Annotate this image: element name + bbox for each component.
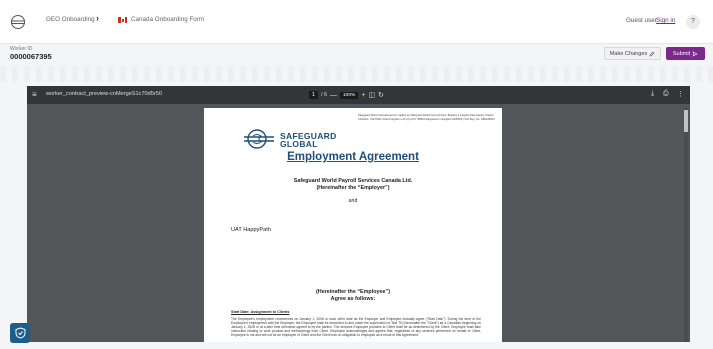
make-changes-label: Make Changes <box>609 50 648 57</box>
help-button[interactable]: ? <box>686 15 700 29</box>
submit-label: Submit <box>672 50 691 57</box>
breadcrumb-geo-onboarding[interactable]: GEO Onboarding <box>46 16 95 23</box>
make-changes-button[interactable]: Make Changes <box>604 47 661 60</box>
employer-designation: (Hereinafter the “Employer”) <box>316 185 390 191</box>
document-title: Employment Agreement <box>287 151 419 163</box>
safeguard-global-logo-icon <box>244 129 274 149</box>
print-icon[interactable]: ⎙ <box>663 90 669 98</box>
privacy-shield-button[interactable] <box>10 323 30 343</box>
download-icon[interactable]: ⤓ <box>651 90 654 98</box>
top-bar: GEO Onboarding › Canada Onboarding Form … <box>0 0 713 44</box>
pdf-filename: worker_contract_preview-cnMergeS1c70d5r5… <box>46 91 162 97</box>
company-address: Safeguard World International Ltd. tradi… <box>358 114 495 121</box>
employee-name: UAT HappyPath <box>231 227 271 233</box>
worker-id-value: 0000067395 <box>10 52 52 61</box>
more-options-icon[interactable]: ⋮ <box>677 90 684 98</box>
section-heading: Start Date; Assignment to Clients <box>231 310 290 314</box>
sign-in-link[interactable]: Sign in <box>656 17 675 24</box>
shield-icon <box>15 327 25 339</box>
and-text: and <box>348 198 358 204</box>
pdf-viewer: ≡ worker_contract_preview-cnMergeS1c70d5… <box>27 86 690 342</box>
page-number-input[interactable]: 1 <box>309 91 318 99</box>
pdf-scroll-thumb[interactable] <box>684 110 688 132</box>
zoom-out-button[interactable]: — <box>330 92 337 99</box>
agree-heading: Agree as follows: <box>330 296 376 302</box>
pdf-toolbar: ≡ worker_contract_preview-cnMergeS1c70d5… <box>27 86 690 104</box>
safeguard-logo-icon[interactable] <box>10 14 26 30</box>
rotate-icon[interactable]: ↻ <box>378 91 384 99</box>
section-paragraph: The Employee's employment commences on J… <box>231 317 481 338</box>
zoom-in-button[interactable]: + <box>361 92 365 99</box>
edit-icon <box>650 51 655 56</box>
submit-button[interactable]: Submit <box>666 47 705 60</box>
employee-designation: (Hereinafter the “Employee”) <box>316 289 390 295</box>
breadcrumb-chevron-icon: › <box>96 13 99 23</box>
company-name-line2: GLOBAL <box>280 139 318 149</box>
guest-user-label: Guest user. <box>626 17 659 24</box>
breadcrumb-canada-onboarding-form: Canada Onboarding Form <box>131 16 205 23</box>
decorative-strip <box>0 66 713 82</box>
send-icon <box>692 50 698 57</box>
fit-page-icon[interactable]: ◫ <box>368 91 375 99</box>
employer-name: Safeguard World Payroll Services Canada … <box>293 178 413 184</box>
pdf-page-controls: 1 / 6 — 100% + ◫ ↻ <box>309 90 384 100</box>
menu-icon[interactable]: ≡ <box>32 90 37 99</box>
page-count: / 6 <box>321 92 327 98</box>
canada-flag-icon <box>118 17 127 23</box>
zoom-level-input[interactable]: 100% <box>340 91 359 99</box>
pdf-page: SAFEGUARD GLOBAL Safeguard World Interna… <box>204 108 502 342</box>
pdf-scrollbar[interactable] <box>684 108 688 342</box>
